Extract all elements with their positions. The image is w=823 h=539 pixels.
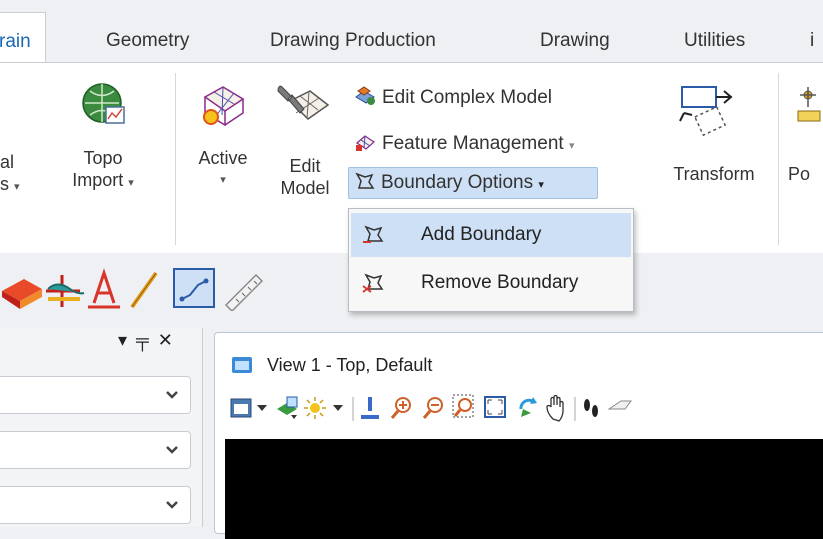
topo-import-button[interactable]: Topo Import ▾ xyxy=(58,79,148,229)
tab-geometry[interactable]: Geometry xyxy=(106,20,189,62)
zoom-in-icon[interactable] xyxy=(390,397,411,419)
partial-left-label-top: al xyxy=(0,152,15,172)
tab-drawing[interactable]: Drawing xyxy=(540,20,610,62)
ribbon-group-divider xyxy=(778,73,779,245)
edit-complex-model-label: Edit Complex Model xyxy=(382,87,553,108)
partial-left-label-bottom: s xyxy=(0,174,9,194)
partial-right-label: Po xyxy=(788,164,811,184)
text-label-icon[interactable] xyxy=(88,268,120,309)
point-icon xyxy=(797,87,821,122)
ribbon-group-divider xyxy=(175,73,176,245)
tool-icons-strip xyxy=(2,268,264,311)
complex-model-icon xyxy=(355,86,375,105)
tab-drawing-production[interactable]: Drawing Production xyxy=(270,20,436,62)
chevron-down-icon xyxy=(166,501,178,509)
linear-feature-icon[interactable] xyxy=(130,271,158,309)
fly-view-icon[interactable] xyxy=(607,400,632,410)
ribbon-tab-strip: rain Geometry Drawing Production Drawing… xyxy=(0,0,823,63)
tab-terrain-label: rain xyxy=(0,31,31,52)
profile-cross-icon[interactable] xyxy=(46,275,85,307)
feature-management-icon xyxy=(356,135,375,151)
view-attributes-icon[interactable] xyxy=(230,398,267,418)
panel-combo-2[interactable] xyxy=(0,431,191,469)
remove-boundary-label: Remove Boundary xyxy=(421,272,579,293)
chevron-down-icon xyxy=(166,391,178,399)
panel-combo-3[interactable] xyxy=(0,486,191,524)
chevron-down-icon xyxy=(166,446,178,454)
active-label: Active xyxy=(198,148,248,168)
globe-import-icon xyxy=(82,83,125,124)
partial-left-button[interactable]: al s ▾ xyxy=(0,151,20,198)
terrain-layer-icon[interactable] xyxy=(2,279,42,309)
edit-model-label-top: Edit xyxy=(289,156,321,176)
rotate-view-icon[interactable] xyxy=(519,397,537,417)
transform-icon xyxy=(679,86,733,137)
view-toolbar xyxy=(230,394,632,422)
menu-item-add-boundary[interactable]: Add Boundary xyxy=(351,213,631,257)
tab-terrain[interactable]: rain xyxy=(0,12,46,63)
transform-button[interactable]: Transform xyxy=(660,79,768,229)
edit-model-label-bottom: Model xyxy=(280,178,330,198)
display-style-icon[interactable] xyxy=(277,396,298,419)
view-canvas[interactable] xyxy=(225,439,823,539)
boundary-icon xyxy=(355,172,375,189)
add-boundary-icon xyxy=(363,225,384,243)
edit-complex-model-button[interactable]: Edit Complex Model xyxy=(350,83,552,113)
edit-model-button[interactable]: Edit Model xyxy=(268,79,342,229)
view-window: View 1 - Top, Default xyxy=(214,332,823,539)
left-dock-panel: ▾ ╤ ✕ xyxy=(0,328,203,527)
boundary-options-label: Boundary Options xyxy=(381,172,534,193)
active-button[interactable]: Active ▾ xyxy=(185,79,261,229)
view-window-icon xyxy=(232,357,252,373)
menu-item-remove-boundary[interactable]: Remove Boundary xyxy=(351,261,631,305)
view-title: View 1 - Top, Default xyxy=(267,355,433,375)
edit-model-wrench-icon xyxy=(277,85,330,120)
zoom-out-icon[interactable] xyxy=(422,397,443,419)
boundary-options-button[interactable]: Boundary Options ▾ xyxy=(348,167,598,199)
chevron-down-icon: ▾ xyxy=(568,140,575,152)
window-area-icon[interactable] xyxy=(452,394,474,418)
chevron-down-icon: ▾ xyxy=(128,177,134,189)
spot-elevation-icon[interactable] xyxy=(173,268,215,308)
chevron-down-icon: ▾ xyxy=(220,174,226,186)
remove-boundary-icon xyxy=(362,273,384,293)
feature-management-label: Feature Management xyxy=(382,133,564,154)
measure-ruler-icon[interactable] xyxy=(224,273,264,311)
chevron-down-icon: ▾ xyxy=(14,181,20,193)
chevron-down-icon: ▾ xyxy=(538,179,544,191)
fit-view-icon[interactable] xyxy=(484,396,506,418)
tab-overflow[interactable]: i xyxy=(810,20,814,62)
topo-import-label-top: Topo xyxy=(83,148,123,168)
partial-right-button[interactable]: Po xyxy=(788,79,823,229)
active-terrain-icon xyxy=(203,86,245,127)
pan-hand-icon[interactable] xyxy=(546,394,564,422)
update-view-icon[interactable] xyxy=(361,397,379,419)
transform-label: Transform xyxy=(673,164,755,184)
panel-combo-1[interactable] xyxy=(0,376,191,414)
walk-footprints-icon[interactable] xyxy=(584,399,598,417)
boundary-options-menu: Add Boundary Remove Boundary xyxy=(348,208,634,312)
add-boundary-label: Add Boundary xyxy=(421,224,542,245)
lighting-sun-icon[interactable] xyxy=(304,397,343,419)
panel-window-controls[interactable]: ▾ ╤ ✕ xyxy=(118,330,175,351)
topo-import-label-bottom: Import xyxy=(72,170,124,190)
tab-utilities[interactable]: Utilities xyxy=(684,20,745,62)
feature-management-button[interactable]: Feature Management ▾ xyxy=(350,129,574,159)
